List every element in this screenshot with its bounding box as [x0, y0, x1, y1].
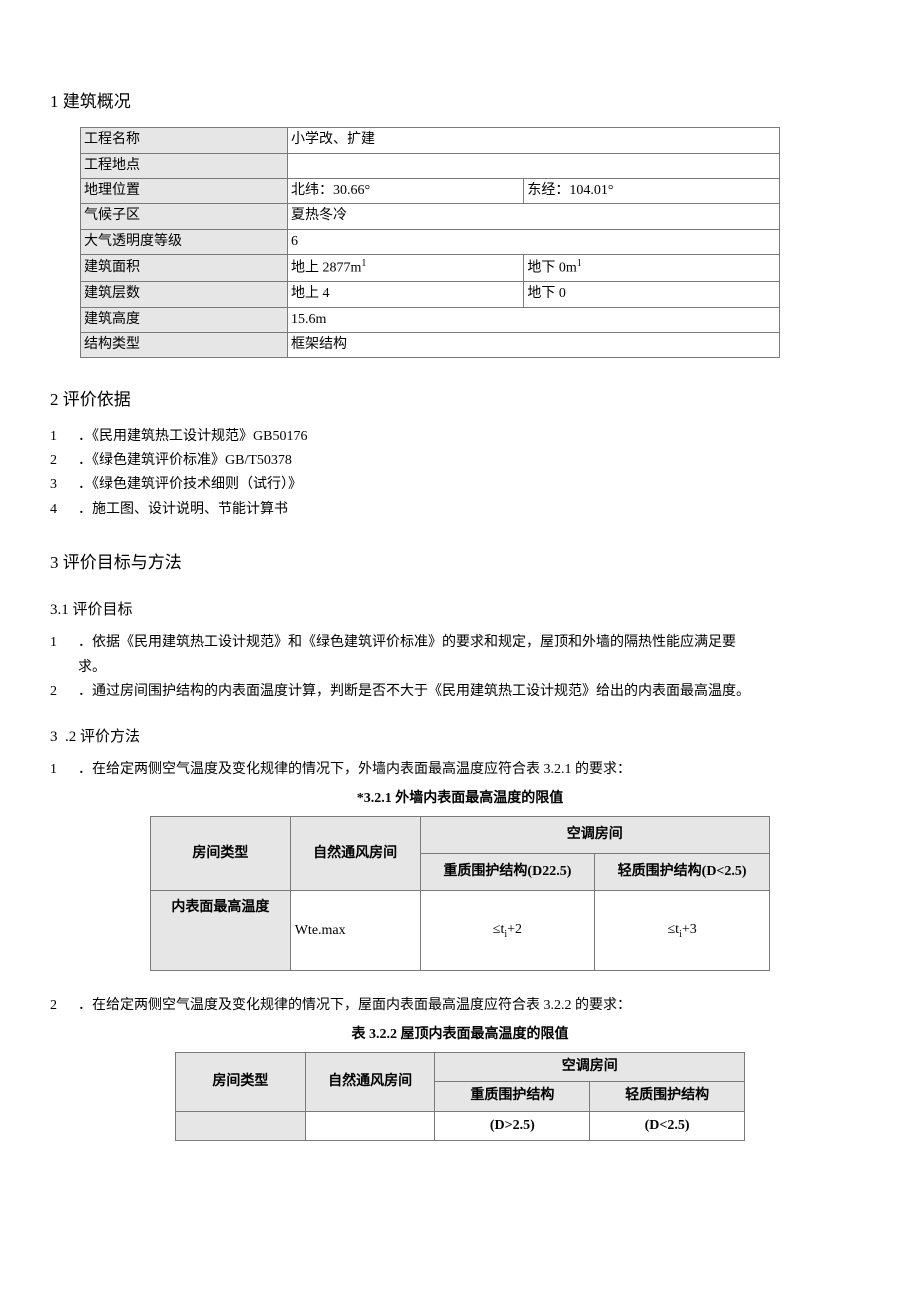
document-page: 1 建筑概况 工程名称 小学改、扩建 工程地点 地理位置 北纬：30.66° 东…	[0, 0, 920, 1181]
list-item: 2 ．通过房间围护结构的内表面温度计算，判断是否不大于《民用建筑热工设计规范》给…	[50, 681, 870, 703]
item-number: 2	[50, 995, 78, 1017]
value-project-location	[288, 153, 780, 178]
item-number: 1	[50, 632, 78, 654]
list-item: 2 ．在给定两侧空气温度及变化规律的情况下，屋面内表面最高温度应符合表 3.2.…	[50, 995, 870, 1017]
label-floor-area: 建筑面积	[81, 255, 288, 282]
value-storeys-below: 地下 0	[524, 282, 780, 307]
label-climate-zone: 气候子区	[81, 204, 288, 229]
value-structure: 框架结构	[288, 332, 780, 357]
item-text: ．《民用建筑热工设计规范》GB50176	[78, 426, 870, 448]
table-321: 房间类型 自然通风房间 空调房间 重质围护结构(D22.5) 轻质围护结构(D<…	[150, 816, 770, 971]
th-heavy: 重质围护结构(D22.5)	[420, 854, 595, 891]
value-climate-zone: 夏热冬冷	[288, 204, 780, 229]
methods-list: 1 ．在给定两侧空气温度及变化规律的情况下，外墙内表面最高温度应符合表 3.2.…	[50, 759, 870, 781]
cell-light: ≤ti+3	[595, 891, 770, 971]
section-3-2-heading: 3 .2 评价方法	[50, 725, 870, 749]
value-latitude: 北纬：30.66°	[288, 178, 524, 203]
value-floor-area-below: 地下 0m1	[524, 255, 780, 282]
item-text: ．在给定两侧空气温度及变化规律的情况下，屋面内表面最高温度应符合表 3.2.2 …	[78, 995, 870, 1017]
value-project-name: 小学改、扩建	[288, 128, 780, 153]
cell-d-heavy: (D>2.5)	[435, 1111, 590, 1140]
item-text: ．施工图、设计说明、节能计算书	[78, 499, 870, 521]
row-label-max-temp: 内表面最高温度	[151, 891, 291, 971]
item-text: ．《绿色建筑评价标准》GB/T50378	[78, 450, 870, 472]
item-text: ．依据《民用建筑热工设计规范》和《绿色建筑评价标准》的要求和规定，屋顶和外墙的隔…	[78, 632, 870, 654]
cell-natural: Wte.max	[290, 891, 420, 971]
label-project-name: 工程名称	[81, 128, 288, 153]
cell-d-light: (D<2.5)	[590, 1111, 745, 1140]
th-heavy: 重质围护结构	[435, 1082, 590, 1111]
item-number: 3	[50, 474, 78, 496]
label-storeys: 建筑层数	[81, 282, 288, 307]
table-322-caption: 表 3.2.2 屋顶内表面最高温度的限值	[50, 1024, 870, 1046]
item-number: 1	[50, 426, 78, 448]
value-height: 15.6m	[288, 307, 780, 332]
th-natural-vent: 自然通风房间	[305, 1053, 435, 1112]
methods-list-2: 2 ．在给定两侧空气温度及变化规律的情况下，屋面内表面最高温度应符合表 3.2.…	[50, 995, 870, 1017]
list-item: 1 ．依据《民用建筑热工设计规范》和《绿色建筑评价标准》的要求和规定，屋顶和外墙…	[50, 632, 870, 654]
item-text: ．通过房间围护结构的内表面温度计算，判断是否不大于《民用建筑热工设计规范》给出的…	[78, 681, 870, 703]
th-light: 轻质围护结构	[590, 1082, 745, 1111]
list-item: 1 ．在给定两侧空气温度及变化规律的情况下，外墙内表面最高温度应符合表 3.2.…	[50, 759, 870, 781]
value-storeys-above: 地上 4	[288, 282, 524, 307]
label-structure: 结构类型	[81, 332, 288, 357]
list-item: 2 ．《绿色建筑评价标准》GB/T50378	[50, 450, 870, 472]
label-geo-position: 地理位置	[81, 178, 288, 203]
item-number: 2	[50, 450, 78, 472]
th-ac-room: 空调房间	[420, 817, 769, 854]
th-light: 轻质围护结构(D<2.5)	[595, 854, 770, 891]
item-continuation: 求。	[50, 657, 870, 679]
section-2-heading: 2 评价依据	[50, 386, 870, 413]
basis-list: 1 ．《民用建筑热工设计规范》GB50176 2 ．《绿色建筑评价标准》GB/T…	[50, 426, 870, 522]
section-3-heading: 3 评价目标与方法	[50, 549, 870, 576]
value-longitude: 东经：104.01°	[524, 178, 780, 203]
th-room-type: 房间类型	[176, 1053, 306, 1112]
list-item: 1 ．《民用建筑热工设计规范》GB50176	[50, 426, 870, 448]
item-text: ．在给定两侧空气温度及变化规律的情况下，外墙内表面最高温度应符合表 3.2.1 …	[78, 759, 870, 781]
label-atm-clarity: 大气透明度等级	[81, 229, 288, 254]
overview-table: 工程名称 小学改、扩建 工程地点 地理位置 北纬：30.66° 东经：104.0…	[80, 127, 780, 358]
table-322: 房间类型 自然通风房间 空调房间 重质围护结构 轻质围护结构 (D>2.5) (…	[175, 1052, 745, 1141]
label-project-location: 工程地点	[81, 153, 288, 178]
list-item: 3 ．《绿色建筑评价技术细则（试行）》	[50, 474, 870, 496]
value-floor-area-above: 地上 2877m1	[288, 255, 524, 282]
section-1-heading: 1 建筑概况	[50, 88, 870, 115]
label-height: 建筑高度	[81, 307, 288, 332]
section-3-1-heading: 3.1 评价目标	[50, 598, 870, 622]
table-321-caption: *3.2.1 外墙内表面最高温度的限值	[50, 788, 870, 810]
cell-natural	[305, 1111, 435, 1140]
value-atm-clarity: 6	[288, 229, 780, 254]
item-number: 1	[50, 759, 78, 781]
item-number: 4	[50, 499, 78, 521]
row-label	[176, 1111, 306, 1140]
targets-list: 1 ．依据《民用建筑热工设计规范》和《绿色建筑评价标准》的要求和规定，屋顶和外墙…	[50, 632, 870, 703]
th-room-type: 房间类型	[151, 817, 291, 891]
list-item: 4 ．施工图、设计说明、节能计算书	[50, 499, 870, 521]
th-natural-vent: 自然通风房间	[290, 817, 420, 891]
cell-heavy: ≤ti+2	[420, 891, 595, 971]
item-text: ．《绿色建筑评价技术细则（试行）》	[78, 474, 870, 496]
item-number: 2	[50, 681, 78, 703]
th-ac-room: 空调房间	[435, 1053, 745, 1082]
